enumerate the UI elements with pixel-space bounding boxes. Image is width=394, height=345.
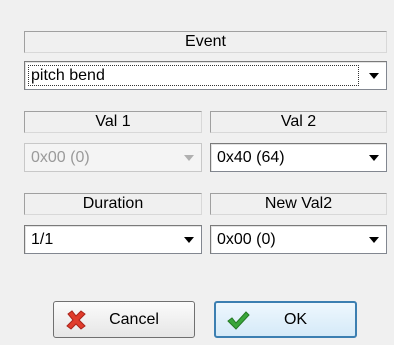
- duration-header: Duration: [24, 193, 202, 215]
- red-x-icon: [66, 309, 86, 330]
- ok-button[interactable]: OK: [214, 301, 357, 338]
- new-val2-dropdown[interactable]: 0x00 (0): [210, 225, 387, 254]
- chevron-down-icon[interactable]: [184, 237, 194, 243]
- chevron-down-icon[interactable]: [369, 237, 379, 243]
- green-check-icon: [227, 310, 250, 330]
- duration-dropdown[interactable]: 1/1: [24, 225, 202, 254]
- new-val2-dropdown-value: 0x00 (0): [217, 231, 276, 248]
- cancel-button[interactable]: Cancel: [53, 301, 195, 338]
- val2-header: Val 2: [210, 111, 387, 133]
- duration-header-label: Duration: [82, 195, 144, 212]
- event-dropdown-value: pitch bend: [31, 67, 105, 84]
- val2-dropdown-value: 0x40 (64): [217, 149, 285, 166]
- chevron-down-icon: [184, 155, 194, 161]
- event-header: Event: [24, 31, 387, 53]
- val2-header-label: Val 2: [280, 113, 317, 130]
- val1-dropdown: 0x00 (0): [24, 143, 202, 172]
- val2-dropdown[interactable]: 0x40 (64): [210, 143, 387, 172]
- val1-header-label: Val 1: [95, 113, 131, 130]
- event-dropdown[interactable]: pitch bend: [24, 61, 387, 90]
- new-val2-header: New Val2: [210, 193, 387, 215]
- duration-dropdown-value: 1/1: [31, 231, 54, 248]
- val1-dropdown-value: 0x00 (0): [31, 149, 90, 166]
- event-header-label: Event: [185, 33, 226, 50]
- chevron-down-icon[interactable]: [369, 155, 379, 161]
- cancel-button-label: Cancel: [109, 310, 159, 328]
- new-val2-header-label: New Val2: [264, 195, 333, 212]
- chevron-down-icon[interactable]: [369, 73, 379, 79]
- ok-button-label: OK: [283, 310, 308, 328]
- val1-header: Val 1: [24, 111, 202, 133]
